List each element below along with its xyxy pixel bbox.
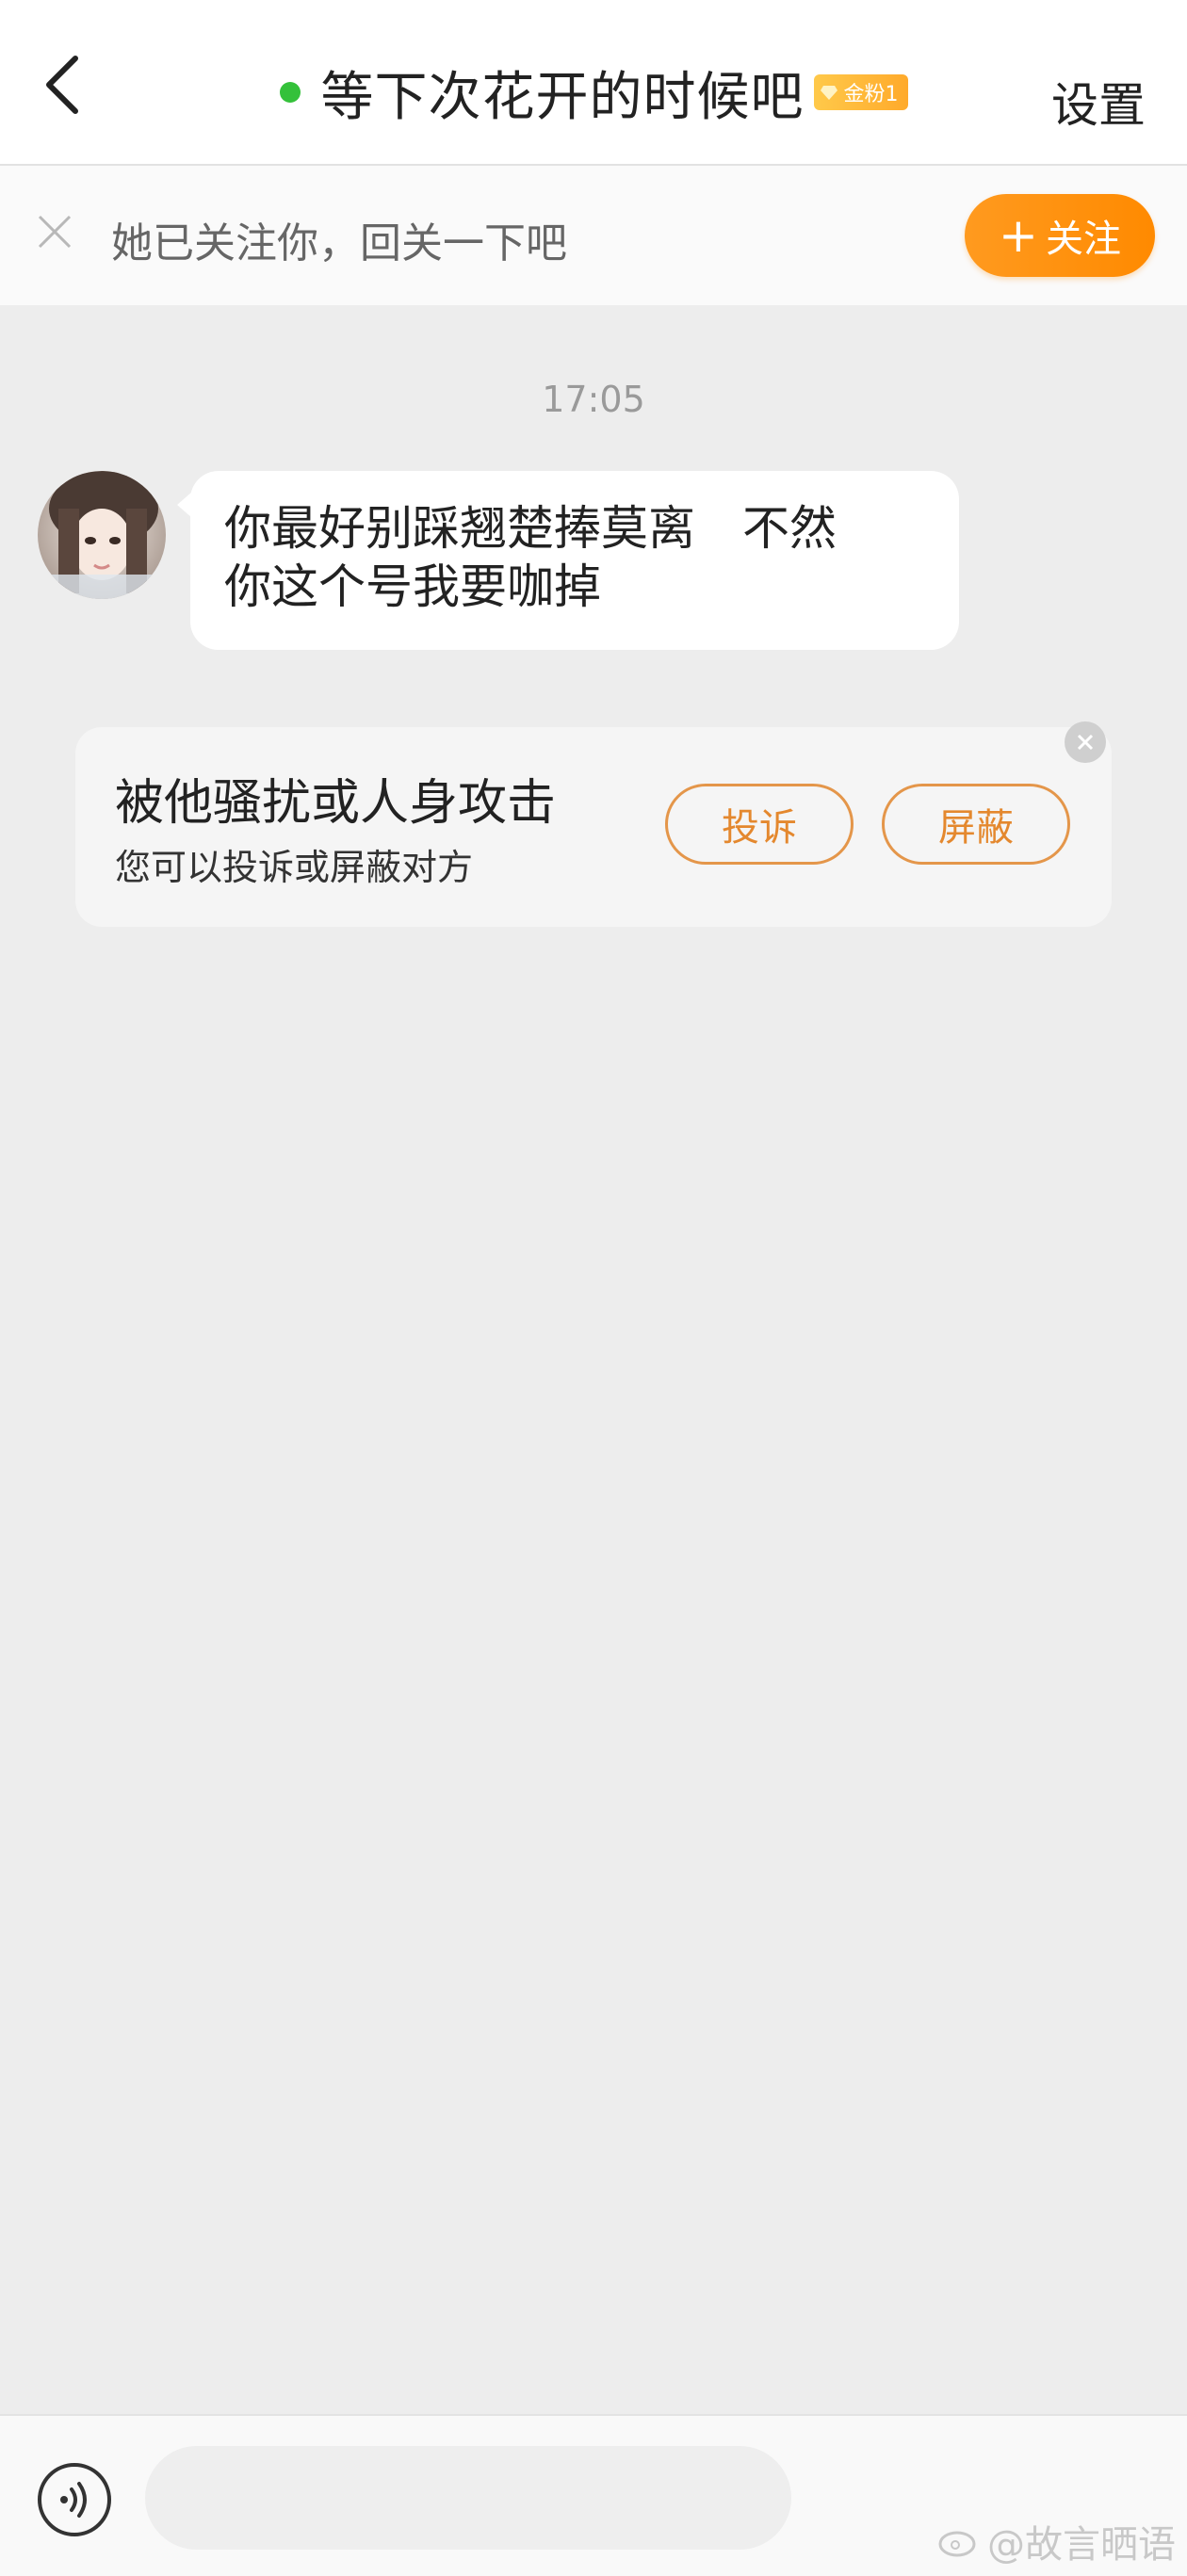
close-icon <box>1077 734 1094 751</box>
message-input[interactable] <box>145 2446 791 2550</box>
report-card-subtitle: 您可以投诉或屏蔽对方 <box>115 847 474 888</box>
close-icon[interactable] <box>34 211 75 252</box>
online-dot-icon <box>279 82 301 103</box>
watermark-text: @故言晒语 <box>987 2523 1176 2567</box>
conversation-title[interactable]: 等下次花开的时候吧 <box>321 55 805 131</box>
follow-button[interactable]: + 关注 <box>965 194 1155 277</box>
avatar[interactable] <box>38 471 166 599</box>
voice-icon[interactable] <box>36 2461 113 2538</box>
message-text-line-1: 你最好别踩翘楚捧莫离 不然 <box>224 501 837 556</box>
block-button[interactable]: 屏蔽 <box>882 784 1070 865</box>
watermark: @故言晒语 <box>938 2514 1176 2568</box>
follow-back-banner: 她已关注你，回关一下吧 + 关注 <box>0 166 1187 305</box>
plus-icon: + <box>999 208 1038 263</box>
gem-icon <box>820 86 837 100</box>
follow-button-label: 关注 <box>1045 218 1121 261</box>
complain-button[interactable]: 投诉 <box>665 784 854 865</box>
bubble-tail <box>177 492 192 518</box>
top-navigation-bar: 等下次花开的时候吧 金粉1 设置 <box>0 0 1187 166</box>
settings-button[interactable]: 设置 <box>1051 68 1146 136</box>
conversation-title-group: 等下次花开的时候吧 金粉1 <box>0 55 1187 130</box>
dismiss-card-button[interactable] <box>1065 721 1106 763</box>
fan-badge-label: 金粉1 <box>843 83 899 106</box>
weibo-icon <box>938 2531 976 2557</box>
harassment-report-card: 被他骚扰或人身攻击 您可以投诉或屏蔽对方 投诉 屏蔽 <box>75 721 1112 927</box>
avatar-image <box>38 471 166 599</box>
message-bubble[interactable]: 你最好别踩翘楚捧莫离 不然 你这个号我要咖掉 <box>177 471 959 650</box>
message-text-line-2: 你这个号我要咖掉 <box>224 559 601 614</box>
fan-level-badge: 金粉1 <box>813 74 908 110</box>
message-composer-bar: @故言晒语 <box>0 2414 1187 2576</box>
message-timestamp: 17:05 <box>542 379 645 420</box>
report-card-title: 被他骚扰或人身攻击 <box>115 775 557 832</box>
follow-back-prompt: 她已关注你，回关一下吧 <box>111 219 567 267</box>
